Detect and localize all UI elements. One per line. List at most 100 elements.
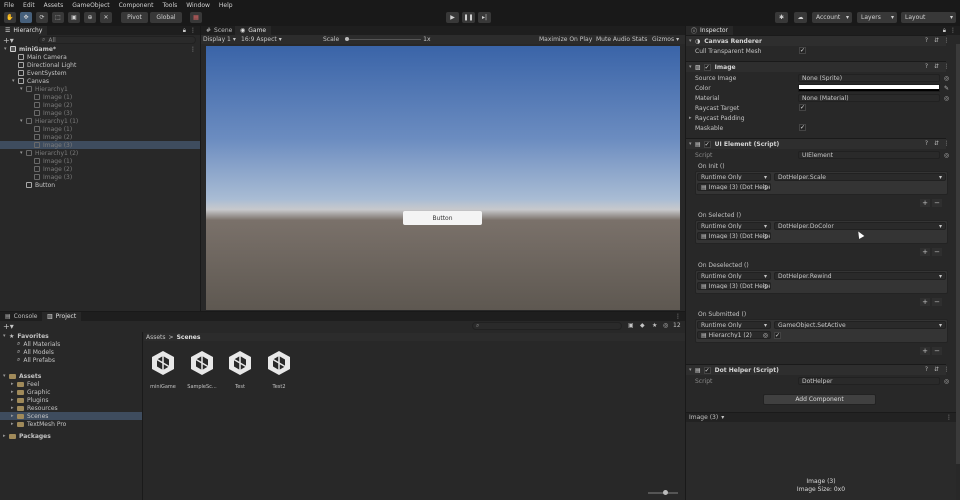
asset-item[interactable]: SampleSc...	[185, 349, 219, 390]
tab-game[interactable]: ◉ Game	[235, 26, 272, 35]
setactive-checkbox[interactable]: ✓	[774, 332, 781, 339]
scene-menu-icon[interactable]: ⋮	[190, 46, 196, 53]
menu-item-file[interactable]: File	[4, 2, 14, 9]
tab-console[interactable]: ▤ Console	[0, 312, 43, 321]
tab-project[interactable]: ▥ Project	[42, 312, 82, 321]
add-listener-button[interactable]: +	[920, 347, 930, 355]
hierarchy-item[interactable]: Image (2)	[0, 101, 200, 109]
menu-item-tools[interactable]: Tools	[162, 2, 177, 9]
target-object-field[interactable]: ▤ Hierarchy1 (2) ◎	[697, 331, 771, 339]
ui-element-menu-icon[interactable]: ⋮	[941, 139, 952, 147]
hierarchy-item[interactable]: Image (3)	[0, 173, 200, 181]
panel-menu-icon[interactable]: ⋮	[190, 27, 196, 34]
add-listener-button[interactable]: +	[920, 298, 930, 306]
menu-item-help[interactable]: Help	[219, 2, 233, 9]
preview-menu-icon[interactable]: ⋮	[946, 414, 952, 421]
ui-element-header[interactable]: ▾ ▤ ✓ UI Element (Script)	[686, 138, 946, 149]
breadcrumb-assets[interactable]: Assets	[146, 334, 166, 341]
bottom-panel-menu-icon[interactable]: ⋮	[675, 313, 681, 320]
project-tree-item[interactable]: ▸ Graphic	[0, 388, 142, 396]
tab-inspector[interactable]: ⓘ Inspector	[686, 26, 734, 35]
project-tree-item[interactable]: ▾ Assets	[0, 372, 142, 380]
project-tree-item[interactable]: ▾ ★ Favorites	[0, 332, 142, 340]
function-dropdown[interactable]: DotHelper.Rewind ▾	[774, 272, 946, 280]
account-dropdown[interactable]: Account	[812, 12, 852, 23]
target-picker-icon[interactable]: ◎	[763, 184, 768, 190]
target-object-field[interactable]: ▤ Image (3) (Dot Helpe ◎	[697, 183, 771, 191]
inspector-menu-icon[interactable]: ⋮	[950, 27, 956, 34]
mute-toggle[interactable]: Mute Audio	[596, 35, 630, 43]
asset-item[interactable]: Test2	[262, 349, 296, 390]
menu-item-edit[interactable]: Edit	[23, 2, 35, 9]
hierarchy-item[interactable]: Image (1)	[0, 125, 200, 133]
menu-item-assets[interactable]: Assets	[44, 2, 64, 9]
target-picker-icon[interactable]: ◎	[763, 332, 768, 338]
runtime-mode-dropdown[interactable]: Runtime Only ▾	[697, 272, 771, 280]
breadcrumb-scenes[interactable]: Scenes	[177, 334, 201, 341]
project-tree-item[interactable]: ⌕ All Materials	[0, 340, 142, 348]
hierarchy-item[interactable]: ▾ Canvas	[0, 77, 200, 85]
display-dropdown[interactable]: Display 1 ▾	[203, 35, 236, 43]
project-tree-item[interactable]: ⌕ All Models	[0, 348, 142, 356]
tab-hierarchy[interactable]: ☰ Hierarchy	[0, 26, 48, 35]
menu-item-component[interactable]: Component	[119, 2, 154, 9]
maskable-checkbox[interactable]: ✓	[799, 124, 806, 131]
hierarchy-item[interactable]: ▾ miniGame* ⋮	[0, 45, 200, 53]
remove-listener-button[interactable]: −	[932, 347, 942, 355]
hierarchy-item[interactable]: Image (2)	[0, 133, 200, 141]
favorite-icon[interactable]: ★	[652, 322, 657, 329]
hierarchy-item[interactable]: Image (1)	[0, 157, 200, 165]
inspector-scrollbar[interactable]	[956, 44, 960, 464]
pause-button[interactable]: ❚❚	[462, 12, 475, 23]
target-picker-icon[interactable]: ◎	[763, 233, 768, 239]
component-menu-icon[interactable]: ⋮	[941, 36, 952, 44]
material-picker-icon[interactable]: ◎	[941, 94, 952, 102]
hierarchy-item[interactable]: Image (2)	[0, 165, 200, 173]
hierarchy-search-input[interactable]: ⌕ All	[38, 36, 196, 44]
ui-element-enabled-checkbox[interactable]: ✓	[703, 140, 711, 148]
project-tree-item[interactable]: ▸ TextMesh Pro	[0, 420, 142, 428]
runtime-mode-dropdown[interactable]: Runtime Only ▾	[697, 173, 771, 181]
target-object-field[interactable]: ▤ Image (3) (Dot Helpe ◎	[697, 282, 771, 290]
raycast-padding-foldout[interactable]: ▸ Raycast Padding	[689, 114, 745, 122]
add-component-button[interactable]: Add Component	[763, 394, 876, 405]
dot-helper-menu-icon[interactable]: ⋮	[941, 365, 952, 373]
grid-snap-icon[interactable]: ▦	[190, 12, 202, 23]
maximize-toggle[interactable]: Maximize On Play	[539, 35, 592, 43]
search-by-type-icon[interactable]: ▣	[628, 322, 634, 329]
create-icon[interactable]: +▾	[3, 322, 14, 331]
custom-tool-icon[interactable]: ✕	[100, 12, 112, 23]
project-tree-item[interactable]: ▸ Packages	[0, 432, 142, 440]
layers-dropdown[interactable]: Layers	[857, 12, 897, 23]
hierarchy-item[interactable]: ▾ Hierarchy1 (2)	[0, 149, 200, 157]
runtime-mode-dropdown[interactable]: Runtime Only ▾	[697, 222, 771, 230]
add-icon[interactable]: +▾	[3, 36, 14, 45]
image-enabled-checkbox[interactable]: ✓	[703, 63, 711, 71]
target-picker-icon[interactable]: ◎	[763, 283, 768, 289]
remove-listener-button[interactable]: −	[932, 248, 942, 256]
project-tree-item[interactable]: ▸ Plugins	[0, 396, 142, 404]
rect-tool-icon[interactable]: ▣	[68, 12, 80, 23]
hierarchy-item[interactable]: Image (3)	[0, 109, 200, 117]
asset-item[interactable]: Test	[223, 349, 257, 390]
dot-helper-enabled-checkbox[interactable]: ✓	[703, 366, 711, 374]
add-listener-button[interactable]: +	[920, 199, 930, 207]
search-by-label-icon[interactable]: ◆	[640, 322, 645, 329]
hierarchy-item[interactable]: Image (1)	[0, 93, 200, 101]
hierarchy-item[interactable]: Image (3)	[0, 141, 200, 149]
image-component-header[interactable]: ▾ ▨ ✓ Image	[686, 61, 946, 72]
dot-helper-header[interactable]: ▾ ▤ ✓ Dot Helper (Script)	[686, 364, 946, 375]
zoom-slider[interactable]	[648, 490, 678, 495]
hierarchy-item[interactable]: Main Camera	[0, 53, 200, 61]
aspect-dropdown[interactable]: 16:9 Aspect ▾	[241, 35, 282, 43]
hierarchy-item[interactable]: Button	[0, 181, 200, 189]
global-toggle[interactable]: Global	[150, 12, 182, 23]
project-tree-item[interactable]: ▸ Scenes	[0, 412, 142, 420]
hierarchy-item[interactable]: ▾ Hierarchy1	[0, 85, 200, 93]
project-tree-item[interactable]: ▸ Feel	[0, 380, 142, 388]
scale-slider[interactable]: Scale 1x	[323, 35, 431, 43]
function-dropdown[interactable]: DotHelper.Scale ▾	[774, 173, 946, 181]
project-search-input[interactable]: ⌕	[472, 322, 622, 330]
project-tree-item[interactable]: ⌕ All Prefabs	[0, 356, 142, 364]
preview-header[interactable]: Image (3) ▾ ⋮	[686, 412, 956, 422]
